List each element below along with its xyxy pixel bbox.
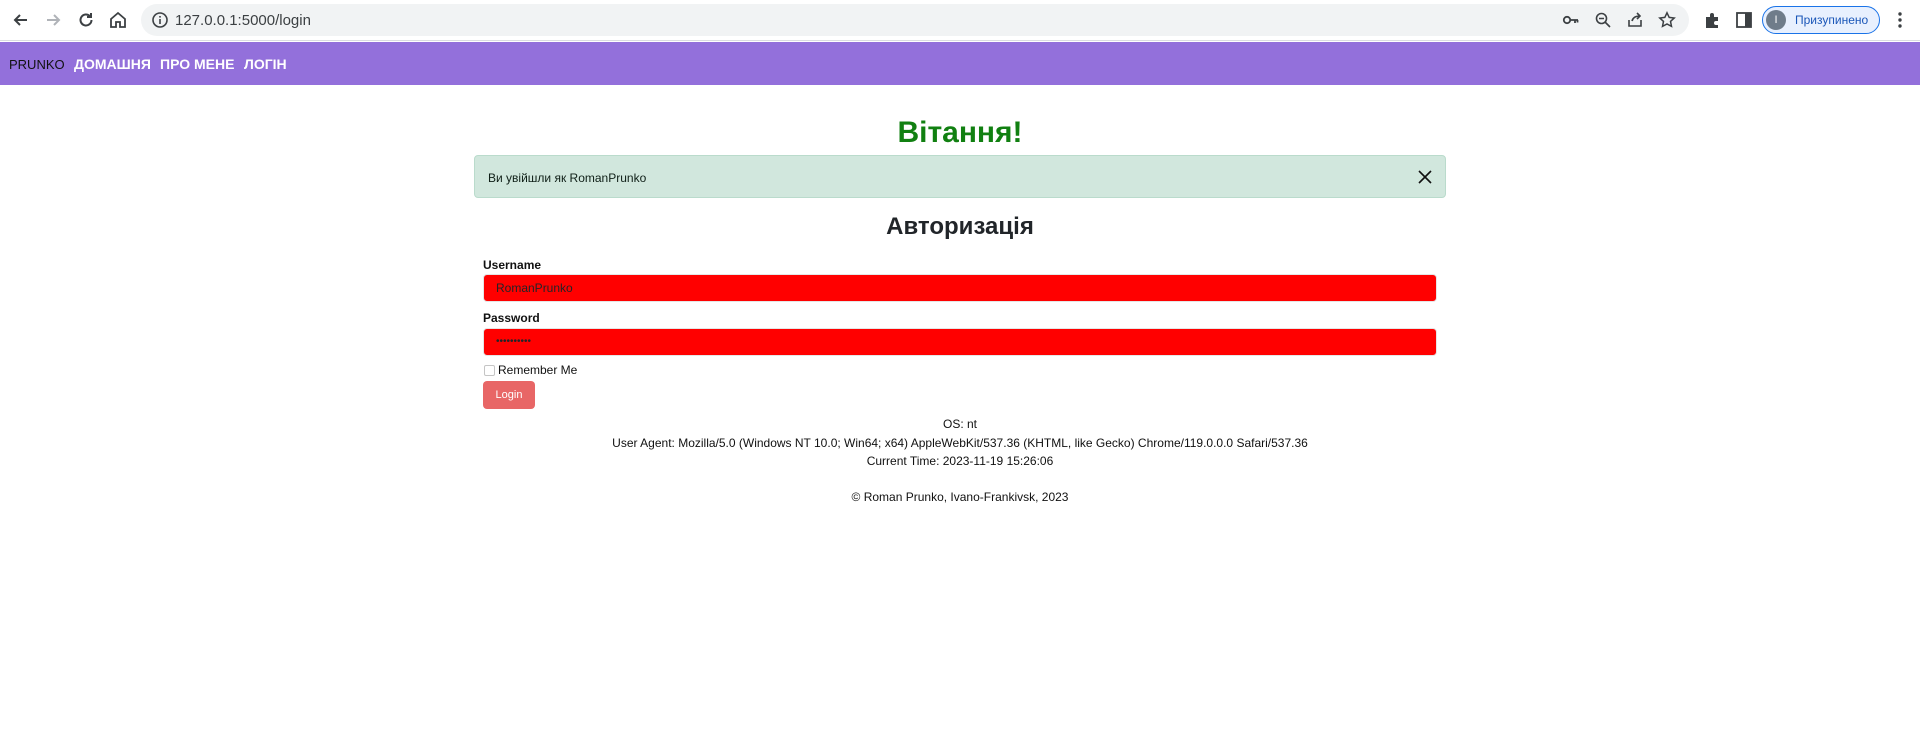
site-navbar: PRUNKO ДОМАШНЯ ПРО МЕНЕ ЛОГІН [0,42,1920,85]
form-title: Авторизація [886,213,1034,240]
current-time-info: Current Time: 2023-11-19 15:26:06 [866,454,1054,468]
arrow-left-icon [13,14,27,26]
nav-link-home[interactable]: ДОМАШНЯ [74,56,151,72]
login-button[interactable]: Login [483,381,535,409]
user-agent-info: User Agent: Mozilla/5.0 (Windows NT 10.0… [612,436,1308,450]
side-panel-icon[interactable] [1734,10,1754,30]
back-button[interactable] [6,5,36,35]
more-vert-icon[interactable] [1890,10,1910,30]
greeting-heading: Вітання! [897,116,1023,149]
browser-toolbar: 127.0.0.1:5000/login I Призупинено [0,0,1920,41]
alert-message: Ви увійшли як RomanPrunko [488,171,647,185]
share-icon[interactable] [1626,11,1644,29]
remember-label[interactable]: Remember Me [498,363,577,377]
home-button[interactable] [103,5,133,35]
success-alert: Ви увійшли як RomanPrunko [474,155,1446,198]
profile-button[interactable]: I Призупинено [1762,6,1880,34]
star-icon[interactable] [1658,11,1676,29]
close-icon[interactable] [1417,169,1433,185]
brand-logo[interactable]: PRUNKO [9,57,65,72]
footer-copyright: © Roman Prunko, Ivano-Frankivsk, 2023 [851,490,1069,504]
info-icon[interactable] [151,11,169,29]
url-text[interactable]: 127.0.0.1:5000/login [175,12,311,29]
forward-button[interactable] [38,5,68,35]
nav-link-about[interactable]: ПРО МЕНЕ [160,56,234,72]
avatar: I [1766,10,1786,30]
key-icon[interactable] [1562,11,1580,29]
address-bar[interactable]: 127.0.0.1:5000/login [141,4,1689,36]
remember-checkbox[interactable] [484,365,495,376]
reload-icon [79,13,93,27]
zoom-icon[interactable] [1594,11,1612,29]
profile-status: Призупинено [1795,13,1869,27]
puzzle-icon[interactable] [1703,10,1723,30]
reload-button[interactable] [71,5,101,35]
nav-link-login[interactable]: ЛОГІН [244,56,287,72]
arrow-right-icon [47,14,61,26]
home-icon [110,11,126,28]
password-label: Password [483,311,540,325]
username-label: Username [483,258,542,272]
username-input[interactable]: RomanPrunko [483,274,1437,302]
password-input[interactable]: •••••••••• [483,328,1437,356]
os-info: OS: nt [942,417,977,431]
